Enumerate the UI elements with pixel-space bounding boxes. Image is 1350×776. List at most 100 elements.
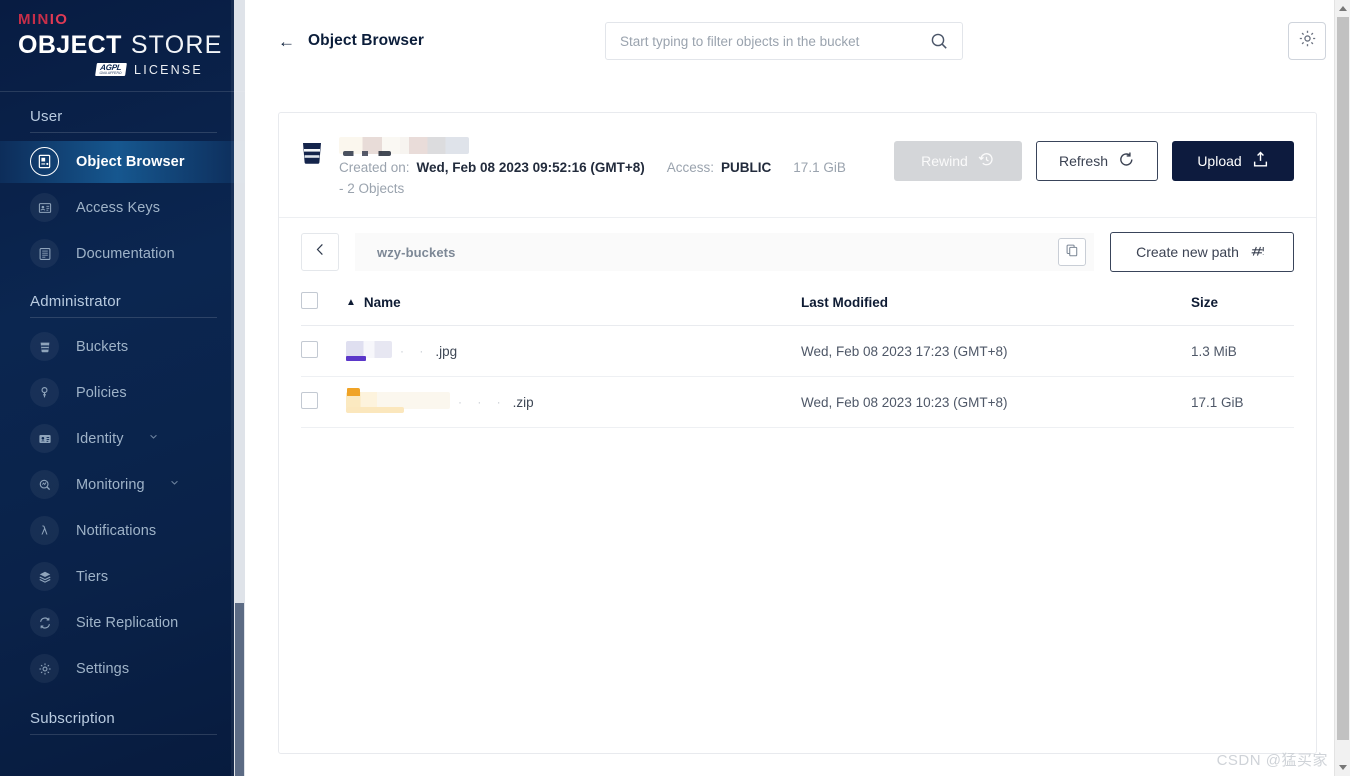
gear-icon	[1298, 29, 1317, 53]
row-last-modified: Wed, Feb 08 2023 17:23 (GMT+8)	[801, 325, 1191, 377]
minio-wordmark: MIN IO	[18, 11, 245, 29]
path-field[interactable]: wzy-buckets	[355, 233, 1094, 271]
scroll-down-button[interactable]	[1334, 759, 1350, 776]
chevron-down-icon[interactable]	[147, 430, 160, 448]
section-rule-administrator	[30, 316, 217, 318]
create-new-path-button[interactable]: Create new path	[1110, 232, 1294, 272]
section-rule-user	[30, 131, 217, 133]
row-select-cell	[301, 325, 346, 377]
search-field[interactable]	[605, 22, 963, 60]
agpl-badge: AGPL GNU AFFERO	[95, 63, 127, 76]
logo-io-text: IO	[49, 11, 69, 28]
table-head: ▲ Name Last Modified Size	[301, 284, 1294, 326]
agpl-badge-subtext: GNU AFFERO	[99, 71, 122, 76]
sidebar-item-notifications[interactable]: λ Notifications	[0, 510, 245, 552]
row-name-cell: · · · .zip	[346, 376, 801, 428]
sidebar-item-documentation[interactable]: Documentation	[0, 233, 245, 275]
sidebar-item-label: Access Keys	[76, 199, 161, 216]
main-content: ← Object Browser Start typing to filter …	[245, 0, 1350, 776]
sidebar-item-monitoring[interactable]: Monitoring	[0, 464, 245, 506]
sidebar-nav: User Object Browser Access Keys Document…	[0, 92, 245, 776]
copy-path-button[interactable]	[1058, 238, 1086, 266]
redaction-dots: · ·	[400, 344, 430, 358]
window-scrollbar[interactable]	[1334, 0, 1350, 776]
triangle-up-icon	[1338, 6, 1347, 11]
table-header-row: ▲ Name Last Modified Size	[301, 284, 1294, 326]
bucket-meta-row: Created on: Wed, Feb 08 2023 09:52:16 (G…	[339, 157, 878, 178]
sidebar-item-label: Buckets	[76, 338, 129, 355]
bucket-name-redacted	[339, 137, 469, 156]
minio-console-app: MIN IO OBJECT STORE AGPL GNU AFFERO LICEN…	[0, 0, 1350, 776]
breadcrumb[interactable]: ← Object Browser	[245, 32, 605, 50]
path-text: wzy-buckets	[377, 244, 456, 260]
tiers-icon	[30, 562, 59, 591]
chevron-left-icon	[313, 242, 328, 262]
sidebar-item-tiers[interactable]: Tiers	[0, 556, 245, 598]
logo-min-text: MIN	[18, 11, 50, 28]
bucket-objects-count: - 2 Objects	[339, 181, 405, 196]
upload-label: Upload	[1197, 153, 1242, 169]
refresh-button[interactable]: Refresh	[1036, 141, 1158, 181]
file-name-redacted	[346, 341, 392, 361]
path-bar: wzy-buckets Create new path	[279, 218, 1316, 284]
settings-button[interactable]	[1288, 22, 1326, 60]
refresh-icon	[1118, 151, 1135, 171]
buckets-icon	[30, 332, 59, 361]
license-text: LICENSE	[134, 62, 203, 77]
scroll-up-button[interactable]	[1334, 0, 1350, 17]
sidebar-item-object-browser[interactable]: Object Browser	[0, 140, 245, 183]
column-header-last-modified[interactable]: Last Modified	[801, 284, 1191, 326]
upload-button[interactable]: Upload	[1172, 141, 1294, 181]
sidebar-item-site-replication[interactable]: Site Replication	[0, 602, 245, 644]
site-replication-icon	[30, 608, 59, 637]
sidebar-scrollbar-thumb[interactable]	[235, 603, 244, 776]
refresh-label: Refresh	[1058, 153, 1109, 169]
page-title: Object Browser	[308, 32, 424, 49]
bucket-card: Created on: Wed, Feb 08 2023 09:52:16 (G…	[278, 112, 1317, 754]
upload-icon	[1252, 151, 1269, 171]
object-store-wordmark: OBJECT STORE	[18, 31, 245, 60]
sidebar-item-label: Policies	[76, 384, 127, 401]
triangle-down-icon	[1338, 765, 1347, 770]
chevron-down-icon[interactable]	[168, 476, 181, 494]
search-input[interactable]	[606, 23, 930, 59]
sidebar-item-policies[interactable]: Policies	[0, 372, 245, 414]
bucket-icon	[301, 135, 323, 170]
documentation-icon	[30, 239, 59, 268]
license-badge-row: AGPL GNU AFFERO LICENSE	[18, 63, 245, 77]
row-checkbox[interactable]	[301, 392, 318, 409]
table-row[interactable]: · · · .zip Wed, Feb 08 2023 10:23 (GMT+8…	[301, 376, 1294, 428]
select-all-checkbox[interactable]	[301, 292, 318, 309]
top-bar: ← Object Browser	[245, 0, 1350, 82]
copy-icon	[1065, 243, 1079, 262]
brand-logo[interactable]: MIN IO OBJECT STORE AGPL GNU AFFERO LICEN…	[0, 0, 245, 91]
window-scrollbar-thumb[interactable]	[1337, 17, 1349, 740]
sidebar-item-access-keys[interactable]: Access Keys	[0, 187, 245, 229]
zip-file-icon	[346, 388, 452, 413]
sidebar-item-identity[interactable]: Identity	[0, 418, 245, 460]
sidebar-item-settings[interactable]: Settings	[0, 648, 245, 690]
sidebar-item-label: Monitoring	[76, 476, 145, 493]
column-header-last-modified-label: Last Modified	[801, 294, 888, 310]
rewind-label: Rewind	[921, 153, 968, 169]
path-back-button[interactable]	[301, 233, 339, 271]
rewind-button[interactable]: Rewind	[894, 141, 1022, 181]
sidebar-item-buckets[interactable]: Buckets	[0, 326, 245, 368]
sidebar-item-label: Settings	[76, 660, 130, 677]
sidebar-section-subscription: Subscription	[30, 709, 115, 727]
file-extension: .jpg	[435, 343, 458, 359]
column-header-size[interactable]: Size	[1191, 284, 1294, 326]
file-extension: .zip	[512, 394, 534, 410]
created-on-label: Created on:	[339, 160, 410, 175]
column-header-name[interactable]: ▲ Name	[346, 284, 801, 326]
sidebar-scrollbar-track[interactable]	[234, 0, 245, 776]
table-row[interactable]: · · .jpg Wed, Feb 08 2023 17:23 (GMT+8) …	[301, 325, 1294, 377]
sidebar-section-user: User	[30, 107, 63, 125]
sort-asc-icon: ▲	[346, 296, 356, 308]
sidebar-item-label: Notifications	[76, 522, 157, 539]
back-arrow-icon[interactable]: ←	[278, 33, 295, 50]
objects-table: ▲ Name Last Modified Size · · .jpg Wed, …	[301, 284, 1294, 428]
search-icon[interactable]	[930, 32, 962, 50]
column-header-name-label: Name	[363, 294, 401, 310]
row-checkbox[interactable]	[301, 341, 318, 358]
